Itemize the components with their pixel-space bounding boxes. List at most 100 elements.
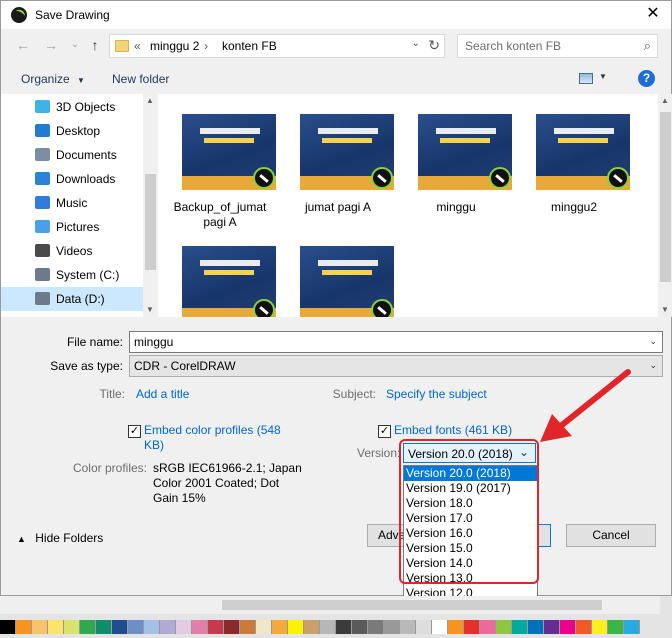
scroll-thumb[interactable]: [660, 112, 671, 282]
color-swatch[interactable]: [496, 620, 512, 634]
embed-color-profiles-checkbox[interactable]: ✓: [128, 425, 141, 438]
color-swatch[interactable]: [320, 620, 336, 634]
sidebar-item-3d-objects[interactable]: 3D Objects: [1, 95, 143, 119]
color-swatch[interactable]: [256, 620, 272, 634]
scroll-up-icon[interactable]: ▲: [146, 96, 154, 105]
sidebar-item-data-d[interactable]: Data (D:): [1, 287, 143, 311]
back-arrow-icon[interactable]: ←: [13, 37, 33, 53]
save-as-type-select[interactable]: CDR - CorelDRAW ⌄: [129, 355, 663, 377]
new-folder-button[interactable]: New folder: [112, 72, 169, 86]
save-button[interactable]: [539, 524, 551, 547]
color-swatch[interactable]: [288, 620, 304, 634]
embed-fonts-checkbox[interactable]: ✓: [378, 425, 391, 438]
color-swatch[interactable]: [480, 620, 496, 634]
breadcrumb-minggu-2[interactable]: minggu 2: [150, 39, 199, 53]
color-palette[interactable]: [0, 620, 640, 634]
address-bar[interactable]: « minggu 2 › konten FB ⌄ ↻: [109, 34, 445, 58]
view-dropdown-icon[interactable]: ▼: [599, 72, 607, 81]
file-item[interactable]: Backup_of_jumat pagi A: [162, 94, 278, 234]
sidebar-item-videos[interactable]: Videos: [1, 239, 143, 263]
file-item[interactable]: [162, 226, 278, 317]
color-swatch[interactable]: [272, 620, 288, 634]
sidebar-item-pictures[interactable]: Pictures: [1, 215, 143, 239]
color-swatch[interactable]: [192, 620, 208, 634]
color-swatch[interactable]: [112, 620, 128, 634]
color-swatch[interactable]: [512, 620, 528, 634]
navigation-scrollbar[interactable]: ▲ ▼: [143, 94, 158, 317]
color-swatch[interactable]: [64, 620, 80, 634]
embed-color-profiles-label[interactable]: Embed color profiles (548 KB): [144, 423, 294, 453]
file-item[interactable]: [280, 226, 396, 317]
sidebar-item-downloads[interactable]: Downloads: [1, 167, 143, 191]
color-swatch[interactable]: [128, 620, 144, 634]
view-options-icon[interactable]: [579, 73, 593, 84]
color-swatch[interactable]: [592, 620, 608, 634]
file-item[interactable]: minggu: [398, 94, 514, 234]
forward-arrow-icon[interactable]: →: [41, 37, 61, 53]
color-swatch[interactable]: [240, 620, 256, 634]
color-swatch[interactable]: [464, 620, 480, 634]
specify-subject-link[interactable]: Specify the subject: [386, 387, 487, 401]
chevron-down-icon[interactable]: ⌄: [649, 336, 657, 347]
color-swatch[interactable]: [48, 620, 64, 634]
color-swatch[interactable]: [400, 620, 416, 634]
color-swatch[interactable]: [576, 620, 592, 634]
add-title-link[interactable]: Add a title: [136, 387, 189, 401]
scroll-up-icon[interactable]: ▲: [661, 96, 669, 105]
color-swatch[interactable]: [384, 620, 400, 634]
sidebar-item-music[interactable]: Music: [1, 191, 143, 215]
hide-folders-toggle[interactable]: ▲ Hide Folders: [17, 531, 103, 545]
color-swatch[interactable]: [160, 620, 176, 634]
color-swatch[interactable]: [96, 620, 112, 634]
color-swatch[interactable]: [32, 620, 48, 634]
color-swatch[interactable]: [448, 620, 464, 634]
file-item[interactable]: minggu2: [516, 94, 632, 234]
recent-locations-icon[interactable]: ⌄: [65, 39, 85, 50]
organize-menu[interactable]: Organize ▼: [21, 72, 85, 86]
horizontal-scrollbar[interactable]: [0, 596, 660, 614]
search-icon[interactable]: ⌕: [644, 38, 651, 54]
scroll-thumb[interactable]: [222, 600, 602, 610]
refresh-icon[interactable]: ↻: [428, 37, 440, 54]
color-swatch[interactable]: [176, 620, 192, 634]
color-swatch[interactable]: [432, 620, 448, 634]
color-swatch[interactable]: [144, 620, 160, 634]
color-swatch[interactable]: [208, 620, 224, 634]
color-swatch[interactable]: [608, 620, 624, 634]
file-list-scrollbar[interactable]: ▲ ▼: [658, 94, 672, 317]
search-box[interactable]: Search konten FB ⌕: [457, 34, 658, 58]
color-swatch[interactable]: [416, 620, 432, 634]
file-name-field[interactable]: minggu ⌄: [129, 331, 663, 353]
up-arrow-icon[interactable]: ↑: [85, 37, 105, 53]
address-dropdown-icon[interactable]: ⌄: [412, 38, 420, 49]
thumbnail-text-block: [200, 260, 260, 266]
sidebar-item-desktop[interactable]: Desktop: [1, 119, 143, 143]
embed-fonts-label[interactable]: Embed fonts (461 KB): [394, 423, 512, 437]
search-input[interactable]: Search konten FB: [465, 39, 561, 53]
scroll-down-icon[interactable]: ▼: [661, 305, 669, 314]
scroll-thumb[interactable]: [145, 174, 156, 270]
color-swatch[interactable]: [16, 620, 32, 634]
color-swatch[interactable]: [352, 620, 368, 634]
color-swatch[interactable]: [304, 620, 320, 634]
color-swatch[interactable]: [368, 620, 384, 634]
breadcrumb-konten-fb[interactable]: konten FB: [222, 39, 277, 53]
file-item[interactable]: jumat pagi A: [280, 94, 396, 234]
color-swatch[interactable]: [544, 620, 560, 634]
color-swatch[interactable]: [528, 620, 544, 634]
sidebar-item-documents[interactable]: Documents: [1, 143, 143, 167]
color-swatch[interactable]: [80, 620, 96, 634]
color-swatch[interactable]: [624, 620, 640, 634]
color-swatch[interactable]: [336, 620, 352, 634]
color-swatch[interactable]: [560, 620, 576, 634]
close-icon[interactable]: ✕: [641, 3, 665, 25]
help-icon[interactable]: ?: [638, 70, 655, 87]
scroll-down-icon[interactable]: ▼: [146, 305, 154, 314]
sidebar-item-label: 3D Objects: [56, 100, 116, 114]
breadcrumb-overflow[interactable]: «: [134, 39, 141, 53]
sidebar-item-system-c[interactable]: System (C:): [1, 263, 143, 287]
color-swatch[interactable]: [224, 620, 240, 634]
advanced-button[interactable]: Adva: [367, 524, 405, 547]
cancel-button[interactable]: Cancel: [566, 524, 656, 547]
color-swatch[interactable]: [0, 620, 16, 634]
